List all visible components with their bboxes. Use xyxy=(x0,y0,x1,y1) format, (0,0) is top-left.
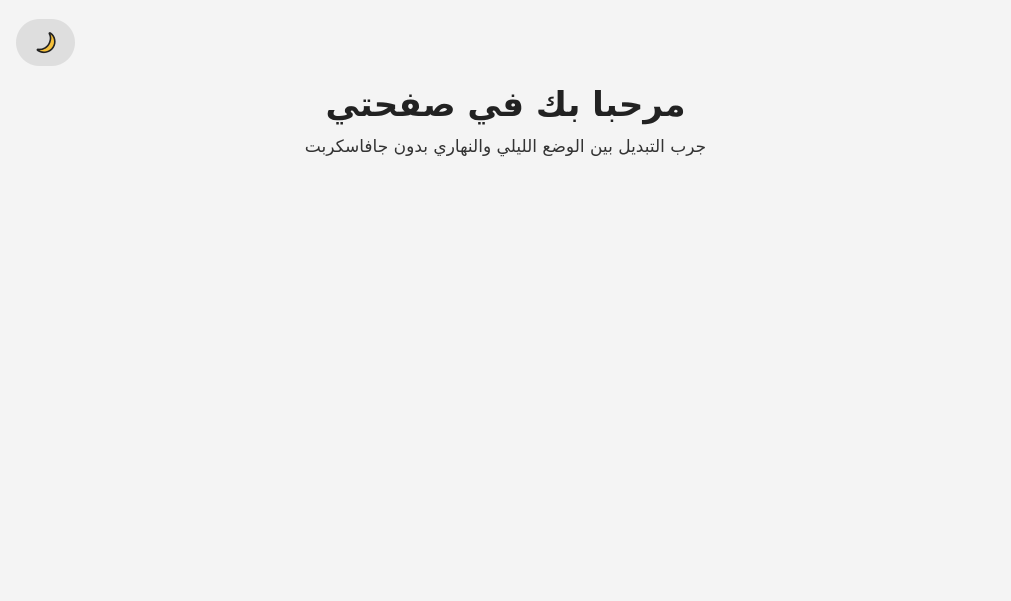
page-title: مرحبا بك في صفحتي xyxy=(325,85,686,125)
page-subtitle: جرب التبديل بين الوضع الليلي والنهاري بد… xyxy=(304,137,707,157)
theme-toggle-button[interactable] xyxy=(16,19,75,66)
hero-section: مرحبا بك في صفحتي جرب التبديل بين الوضع … xyxy=(0,83,1011,158)
crescent-moon-icon xyxy=(33,30,59,56)
page: مرحبا بك في صفحتي جرب التبديل بين الوضع … xyxy=(0,0,1011,601)
